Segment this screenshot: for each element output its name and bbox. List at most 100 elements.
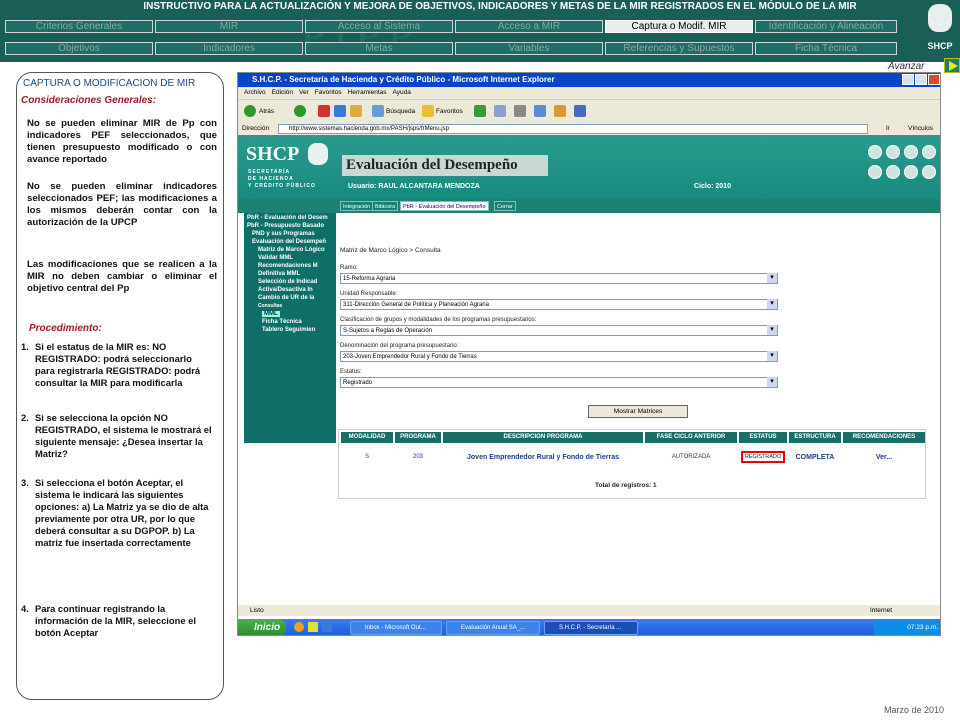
address-input[interactable]: http://www.sistemas.hacienda.gob.mx/PASH…	[278, 124, 868, 134]
nav-criterios-generales[interactable]: Criterios Generales	[5, 20, 153, 33]
outlook-icon[interactable]	[322, 622, 332, 632]
ramo-select[interactable]: 15-Reforma Agraria	[340, 273, 778, 284]
page-title: INSTRUCTIVO PARA LA ACTUALIZACIÓN Y MEJO…	[143, 1, 857, 12]
secretaria-label: SECRETARÍA DE HACIENDA Y CRÉDITO PÚBLICO	[248, 169, 316, 189]
menu-herramientas[interactable]: Herramientas	[348, 89, 387, 96]
eagle-emblem-icon	[928, 4, 952, 32]
task-inbox[interactable]: Inbox - Microsoft Out...	[350, 621, 442, 635]
clasificacion-select[interactable]: S-Sujetos a Reglas de Operación	[340, 325, 778, 336]
search-label[interactable]: Búsqueda	[386, 108, 415, 115]
minimize-icon[interactable]	[902, 74, 914, 85]
close-icon[interactable]	[922, 145, 936, 159]
next-arrow-icon[interactable]	[944, 58, 960, 73]
status-badge[interactable]: REGISTRADO	[740, 451, 786, 463]
edit-icon[interactable]	[534, 105, 546, 117]
menu-ayuda[interactable]: Ayuda	[393, 89, 411, 96]
nav-acceso-sistema[interactable]: Acceso al Sistema	[305, 20, 453, 33]
estatus-select[interactable]: Registrado	[340, 377, 778, 388]
ur-select[interactable]: 311-Dirección General de Política y Plan…	[340, 299, 778, 310]
sidebar-item[interactable]: Recomendaciones M	[258, 263, 318, 269]
start-button[interactable]: Inicio	[238, 619, 286, 635]
folder-icon[interactable]	[308, 622, 318, 632]
sidebar-item[interactable]: PbR - Evaluación del Desem	[247, 215, 328, 221]
nav-indicadores[interactable]: Indicadores	[155, 42, 303, 55]
close-icon[interactable]	[928, 74, 940, 85]
maximize-icon[interactable]	[915, 74, 927, 85]
nav-referencias[interactable]: Referencias y Supuestos	[605, 42, 753, 55]
sidebar-item[interactable]: PND y sus Programas	[252, 231, 315, 237]
sidebar-item[interactable]: Definitiva MML	[258, 271, 300, 277]
nav-captura-mir[interactable]: Captura o Modif. MIR	[605, 20, 753, 33]
tab-bitacora[interactable]: Bitácora	[372, 201, 399, 211]
menu-archivo[interactable]: Archivo	[244, 89, 266, 96]
sidebar-item-mml[interactable]: MML	[262, 311, 280, 317]
nav-identificacion[interactable]: Identificación y Alineación	[755, 20, 897, 33]
browser-toolbar: Atrás Búsqueda Favoritos	[238, 99, 940, 123]
task-shcp[interactable]: S.H.C.P. - Secretaría ...	[544, 621, 638, 635]
search-icon[interactable]	[372, 105, 384, 117]
ciclo-label: Ciclo: 2010	[694, 183, 731, 190]
print-icon[interactable]	[514, 105, 526, 117]
sidebar-item[interactable]: Selección de Indicad	[258, 279, 317, 285]
sidebar-item[interactable]: Ficha Técnica	[262, 319, 302, 325]
nav-ficha-tecnica[interactable]: Ficha Técnica	[755, 42, 897, 55]
status-text: Listo	[250, 607, 264, 614]
programa-select[interactable]: 203-Joven Emprendedor Rural y Fondo de T…	[340, 351, 778, 362]
menu-ver[interactable]: Ver	[299, 89, 309, 96]
ie-icon[interactable]	[294, 622, 304, 632]
home-icon[interactable]	[350, 105, 362, 117]
history-icon[interactable]	[474, 105, 486, 117]
mostrar-matrices-button[interactable]: Mostrar Matrices	[588, 405, 688, 418]
sidebar-item[interactable]: Tablero Seguimien	[262, 327, 315, 333]
tab-cerrar[interactable]: Cerrar	[494, 201, 516, 211]
back-label[interactable]: Atrás	[259, 108, 274, 115]
mail-icon[interactable]	[886, 145, 900, 159]
sidebar-item[interactable]: Activa/Desactiva In	[258, 287, 313, 293]
mail-icon[interactable]	[494, 105, 506, 117]
menu-edicion[interactable]: Edición	[272, 89, 293, 96]
favorites-icon[interactable]	[422, 105, 434, 117]
forward-icon[interactable]	[886, 165, 900, 179]
consideration-2: No se pueden eliminar indicadores selecc…	[27, 181, 217, 228]
sidebar-item[interactable]: Cambio de UR de la	[258, 295, 314, 301]
messenger-icon[interactable]	[574, 105, 586, 117]
stop-icon[interactable]	[318, 105, 330, 117]
sidebar-item[interactable]: Evaluación del Desempeñ	[252, 239, 326, 245]
home-icon[interactable]	[904, 145, 918, 159]
zone-label: Internet	[870, 607, 893, 614]
main-content: Matriz de Marco Lógico > Consulta Ramo: …	[338, 213, 940, 603]
cell-fase: AUTORIZADA	[671, 454, 711, 460]
sidebar-item[interactable]: Validar MML	[258, 255, 293, 261]
back-icon[interactable]	[244, 105, 256, 117]
nav-metas[interactable]: Metas	[305, 42, 453, 55]
total-records: Total de registros: 1	[595, 482, 657, 489]
ur-label: Unidad Responsable:	[340, 291, 398, 297]
sidebar-item[interactable]: PbR - Presupuesto Basado	[247, 223, 324, 229]
task-evaluacion[interactable]: Evaluación Anual SA_...	[446, 621, 540, 635]
help-icon[interactable]	[922, 165, 936, 179]
play-icon[interactable]	[868, 165, 882, 179]
menu-favoritos[interactable]: Favoritos	[315, 89, 342, 96]
nav-variables[interactable]: Variables	[455, 42, 603, 55]
procedure-heading: Procedimiento:	[29, 323, 102, 334]
ver-link[interactable]: Ver...	[843, 446, 925, 468]
sidebar-item[interactable]: Matriz de Marco Lógico	[258, 247, 325, 253]
forward-icon[interactable]	[294, 105, 306, 117]
links-label[interactable]: Vínculos	[908, 123, 933, 135]
programa-label: Denominación del programa presupuestario…	[340, 343, 459, 349]
favorites-label[interactable]: Favoritos	[436, 108, 463, 115]
phone-icon[interactable]	[868, 145, 882, 159]
step-1: 1. Si el estatus de la MIR es: NO REGISTR…	[21, 341, 201, 388]
back-icon[interactable]	[904, 165, 918, 179]
tab-integracion[interactable]: Integración	[340, 201, 374, 211]
refresh-icon[interactable]	[334, 105, 346, 117]
nav-objetivos[interactable]: Objetivos	[5, 42, 153, 55]
nav-acceso-mir[interactable]: Acceso a MIR	[455, 20, 603, 33]
folder-icon[interactable]	[554, 105, 566, 117]
go-button[interactable]: Ir	[886, 123, 890, 135]
status-registrado-link[interactable]: REGISTRADO	[737, 446, 789, 468]
tab-pbr-evaluacion[interactable]: PbR - Evaluación del Desempeño	[400, 201, 489, 211]
browser-screenshot: S.H.C.P. - Secretaría de Hacienda y Créd…	[237, 72, 941, 636]
nav-mir[interactable]: MIR	[155, 20, 303, 33]
sidebar-item[interactable]: Consultas	[258, 303, 282, 309]
